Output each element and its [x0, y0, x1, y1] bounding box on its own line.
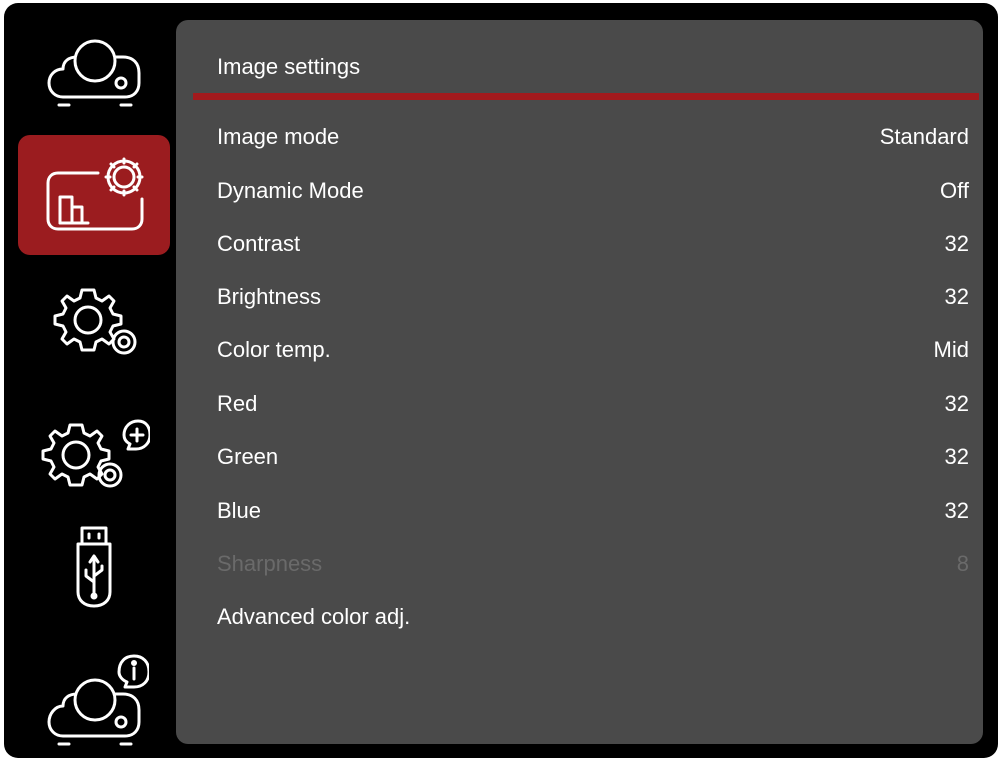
menu-item-dynamic-mode[interactable]: Dynamic Mode Off	[217, 171, 969, 211]
projector-icon	[47, 39, 141, 107]
menu-item-value: 32	[944, 391, 969, 416]
image-settings-icon	[46, 157, 144, 231]
sidebar-item-image-settings[interactable]	[18, 135, 170, 255]
sidebar-item-advanced-settings[interactable]	[18, 401, 170, 501]
menu-item-value: 32	[944, 444, 969, 469]
image-settings-panel: Image settings Image mode Standard Dynam…	[176, 20, 983, 744]
menu-item-advanced-color-adj[interactable]: Advanced color adj.	[217, 597, 969, 637]
projector-info-icon	[47, 654, 149, 746]
menu-item-sharpness: Sharpness 8	[217, 544, 969, 584]
menu-item-value: Standard	[879, 124, 969, 149]
sidebar-item-basic-settings[interactable]	[18, 265, 170, 375]
gear-icon	[53, 288, 137, 355]
menu-item-value: 8	[956, 551, 969, 576]
menu-item-label: Green	[217, 444, 279, 469]
menu-item-contrast[interactable]: Contrast 32	[217, 224, 969, 264]
menu-item-label: Sharpness	[217, 551, 323, 576]
menu-item-label: Red	[217, 391, 258, 416]
sidebar-item-usb[interactable]	[18, 515, 170, 615]
menu-item-value: 32	[944, 284, 969, 309]
menu-item-value: Off	[940, 178, 969, 203]
sidebar-item-information[interactable]	[18, 643, 170, 753]
menu-item-image-mode[interactable]: Image mode Standard	[217, 117, 969, 157]
title-underline	[193, 93, 979, 100]
menu-item-label: Image mode	[217, 124, 340, 149]
menu-item-blue[interactable]: Blue 32	[217, 491, 969, 531]
menu-item-value: Mid	[933, 337, 969, 362]
menu-item-label: Advanced color adj.	[217, 604, 411, 629]
menu-item-label: Color temp.	[217, 337, 331, 362]
menu-item-label: Brightness	[217, 284, 321, 309]
panel-title: Image settings	[217, 54, 361, 79]
menu-item-value: 32	[944, 498, 969, 523]
menu-item-label: Contrast	[217, 231, 301, 256]
usb-icon	[76, 526, 112, 608]
osd-screen: Image settings Image mode Standard Dynam…	[4, 3, 998, 758]
sidebar-item-projector[interactable]	[18, 27, 170, 115]
menu-item-brightness[interactable]: Brightness 32	[217, 277, 969, 317]
menu-item-red[interactable]: Red 32	[217, 384, 969, 424]
gear-plus-icon	[41, 419, 150, 488]
menu-item-color-temp[interactable]: Color temp. Mid	[217, 330, 969, 370]
menu-item-green[interactable]: Green 32	[217, 437, 969, 477]
menu-item-label: Dynamic Mode	[217, 178, 364, 203]
menu-item-value: 32	[944, 231, 969, 256]
menu-item-label: Blue	[217, 498, 262, 523]
